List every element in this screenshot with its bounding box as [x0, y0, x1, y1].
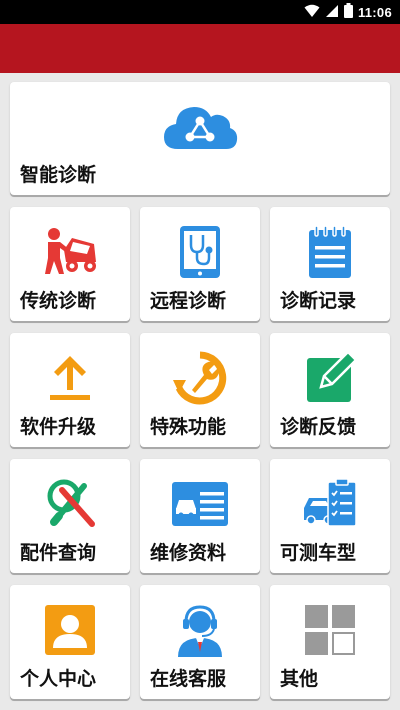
wifi-icon	[304, 3, 320, 22]
car-checklist-icon	[302, 476, 358, 532]
repair-info-card[interactable]: 维修资料	[140, 459, 260, 573]
customer-service-icon	[172, 602, 228, 658]
online-service-card[interactable]: 在线客服	[140, 585, 260, 699]
edit-pencil-icon	[302, 350, 358, 406]
car-repair-icon	[42, 224, 98, 280]
special-function-label: 特殊功能	[150, 416, 227, 438]
testable-models-label: 可测车型	[280, 542, 357, 564]
parts-query-card[interactable]: 配件查询	[10, 459, 130, 573]
other-label: 其他	[280, 668, 319, 690]
status-time: 11:06	[357, 4, 392, 20]
other-card[interactable]: 其他	[270, 585, 390, 699]
smart-diagnosis-card[interactable]: 智能诊断	[10, 82, 390, 195]
online-service-label: 在线客服	[150, 668, 227, 690]
wrench-refresh-icon	[172, 350, 228, 406]
repair-info-label: 维修资料	[150, 542, 227, 564]
remote-diagnosis-label: 远程诊断	[150, 290, 227, 312]
tablet-stethoscope-icon	[172, 224, 228, 280]
upload-arrow-icon	[42, 350, 98, 406]
traditional-diagnosis-card[interactable]: 传统诊断	[10, 207, 130, 321]
search-tools-icon	[42, 476, 98, 532]
personal-center-card[interactable]: 个人中心	[10, 585, 130, 699]
remote-diagnosis-card[interactable]: 远程诊断	[140, 207, 260, 321]
cloud-share-icon	[160, 99, 240, 155]
diagnosis-feedback-label: 诊断反馈	[280, 416, 357, 438]
parts-query-label: 配件查询	[20, 542, 97, 564]
car-document-icon	[172, 476, 228, 532]
diagnosis-record-label: 诊断记录	[280, 290, 357, 312]
status-bar: 11:06	[0, 0, 400, 24]
special-function-card[interactable]: 特殊功能	[140, 333, 260, 447]
testable-models-card[interactable]: 可测车型	[270, 459, 390, 573]
notepad-icon	[302, 224, 358, 280]
software-upgrade-card[interactable]: 软件升级	[10, 333, 130, 447]
smart-diagnosis-label: 智能诊断	[20, 164, 97, 186]
user-profile-icon	[42, 602, 98, 658]
software-upgrade-label: 软件升级	[20, 416, 97, 438]
diagnosis-record-card[interactable]: 诊断记录	[270, 207, 390, 321]
grid-squares-icon	[302, 602, 358, 658]
traditional-diagnosis-label: 传统诊断	[20, 290, 97, 312]
app-bar	[0, 24, 400, 73]
signal-icon	[325, 3, 339, 22]
personal-center-label: 个人中心	[20, 668, 97, 690]
diagnosis-feedback-card[interactable]: 诊断反馈	[270, 333, 390, 447]
battery-icon	[343, 2, 353, 22]
